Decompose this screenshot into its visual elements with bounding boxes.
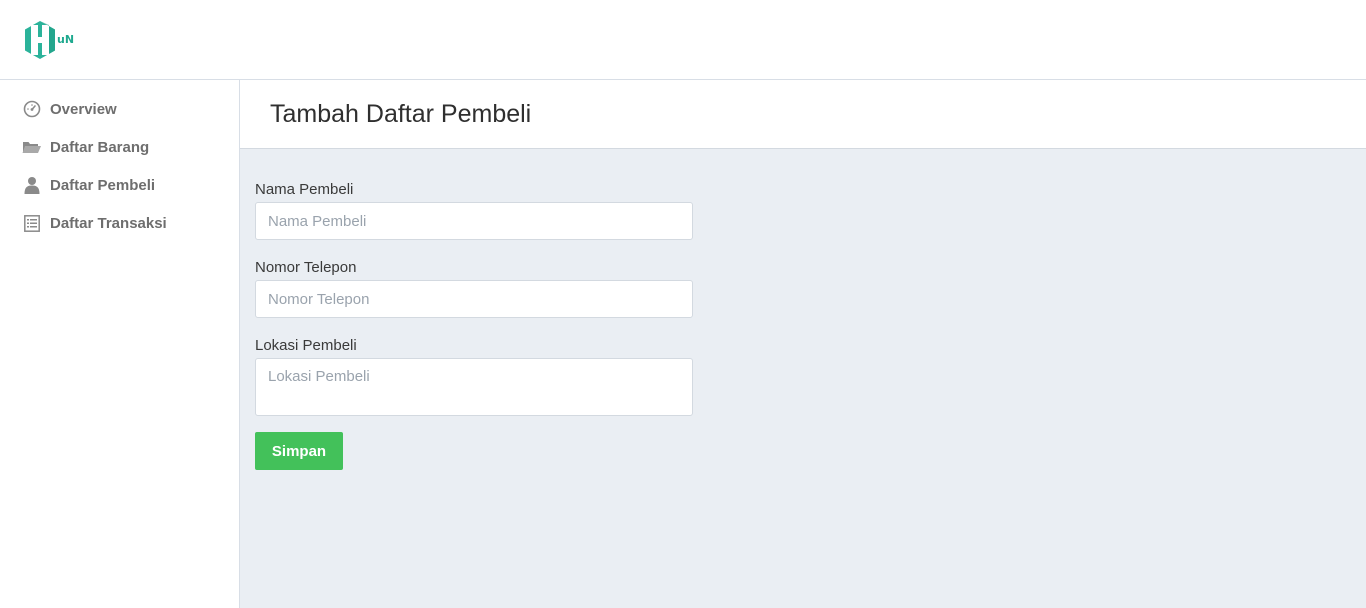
sidebar-item-daftar-transaksi[interactable]: Daftar Transaksi [0,204,239,242]
sidebar-item-daftar-pembeli[interactable]: Daftar Pembeli [0,166,239,204]
sidebar-item-overview[interactable]: Overview [0,90,239,128]
logo-hexagon-icon [25,21,55,59]
save-button[interactable]: Simpan [255,432,343,470]
location-textarea[interactable] [255,358,693,416]
sidebar-item-label: Overview [50,100,117,118]
sidebar: Overview Daftar Barang Daftar Pembeli Da… [0,80,240,608]
name-label: Nama Pembeli [255,181,354,198]
page-header: Tambah Daftar Pembeli [240,80,1366,149]
main-content: Tambah Daftar Pembeli Nama Pembeli Nomor… [240,80,1366,608]
name-input[interactable] [255,202,693,240]
folder-open-icon [22,137,42,157]
list-icon [22,213,42,233]
sidebar-item-label: Daftar Barang [50,138,150,156]
sidebar-item-label: Daftar Transaksi [50,214,167,232]
dashboard-icon [22,99,42,119]
add-buyer-form: Nama Pembeli Nomor Telepon Lokasi Pembel… [240,149,693,470]
top-bar: uN [0,0,1366,80]
page-title: Tambah Daftar Pembeli [270,99,532,128]
user-icon [22,175,42,195]
sidebar-item-daftar-barang[interactable]: Daftar Barang [0,128,239,166]
phone-input[interactable] [255,280,693,318]
location-label: Lokasi Pembeli [255,337,357,354]
brand-logo[interactable]: uN [24,18,84,62]
sidebar-item-label: Daftar Pembeli [50,176,156,194]
phone-label: Nomor Telepon [255,259,357,276]
logo-text: uN [57,32,75,46]
